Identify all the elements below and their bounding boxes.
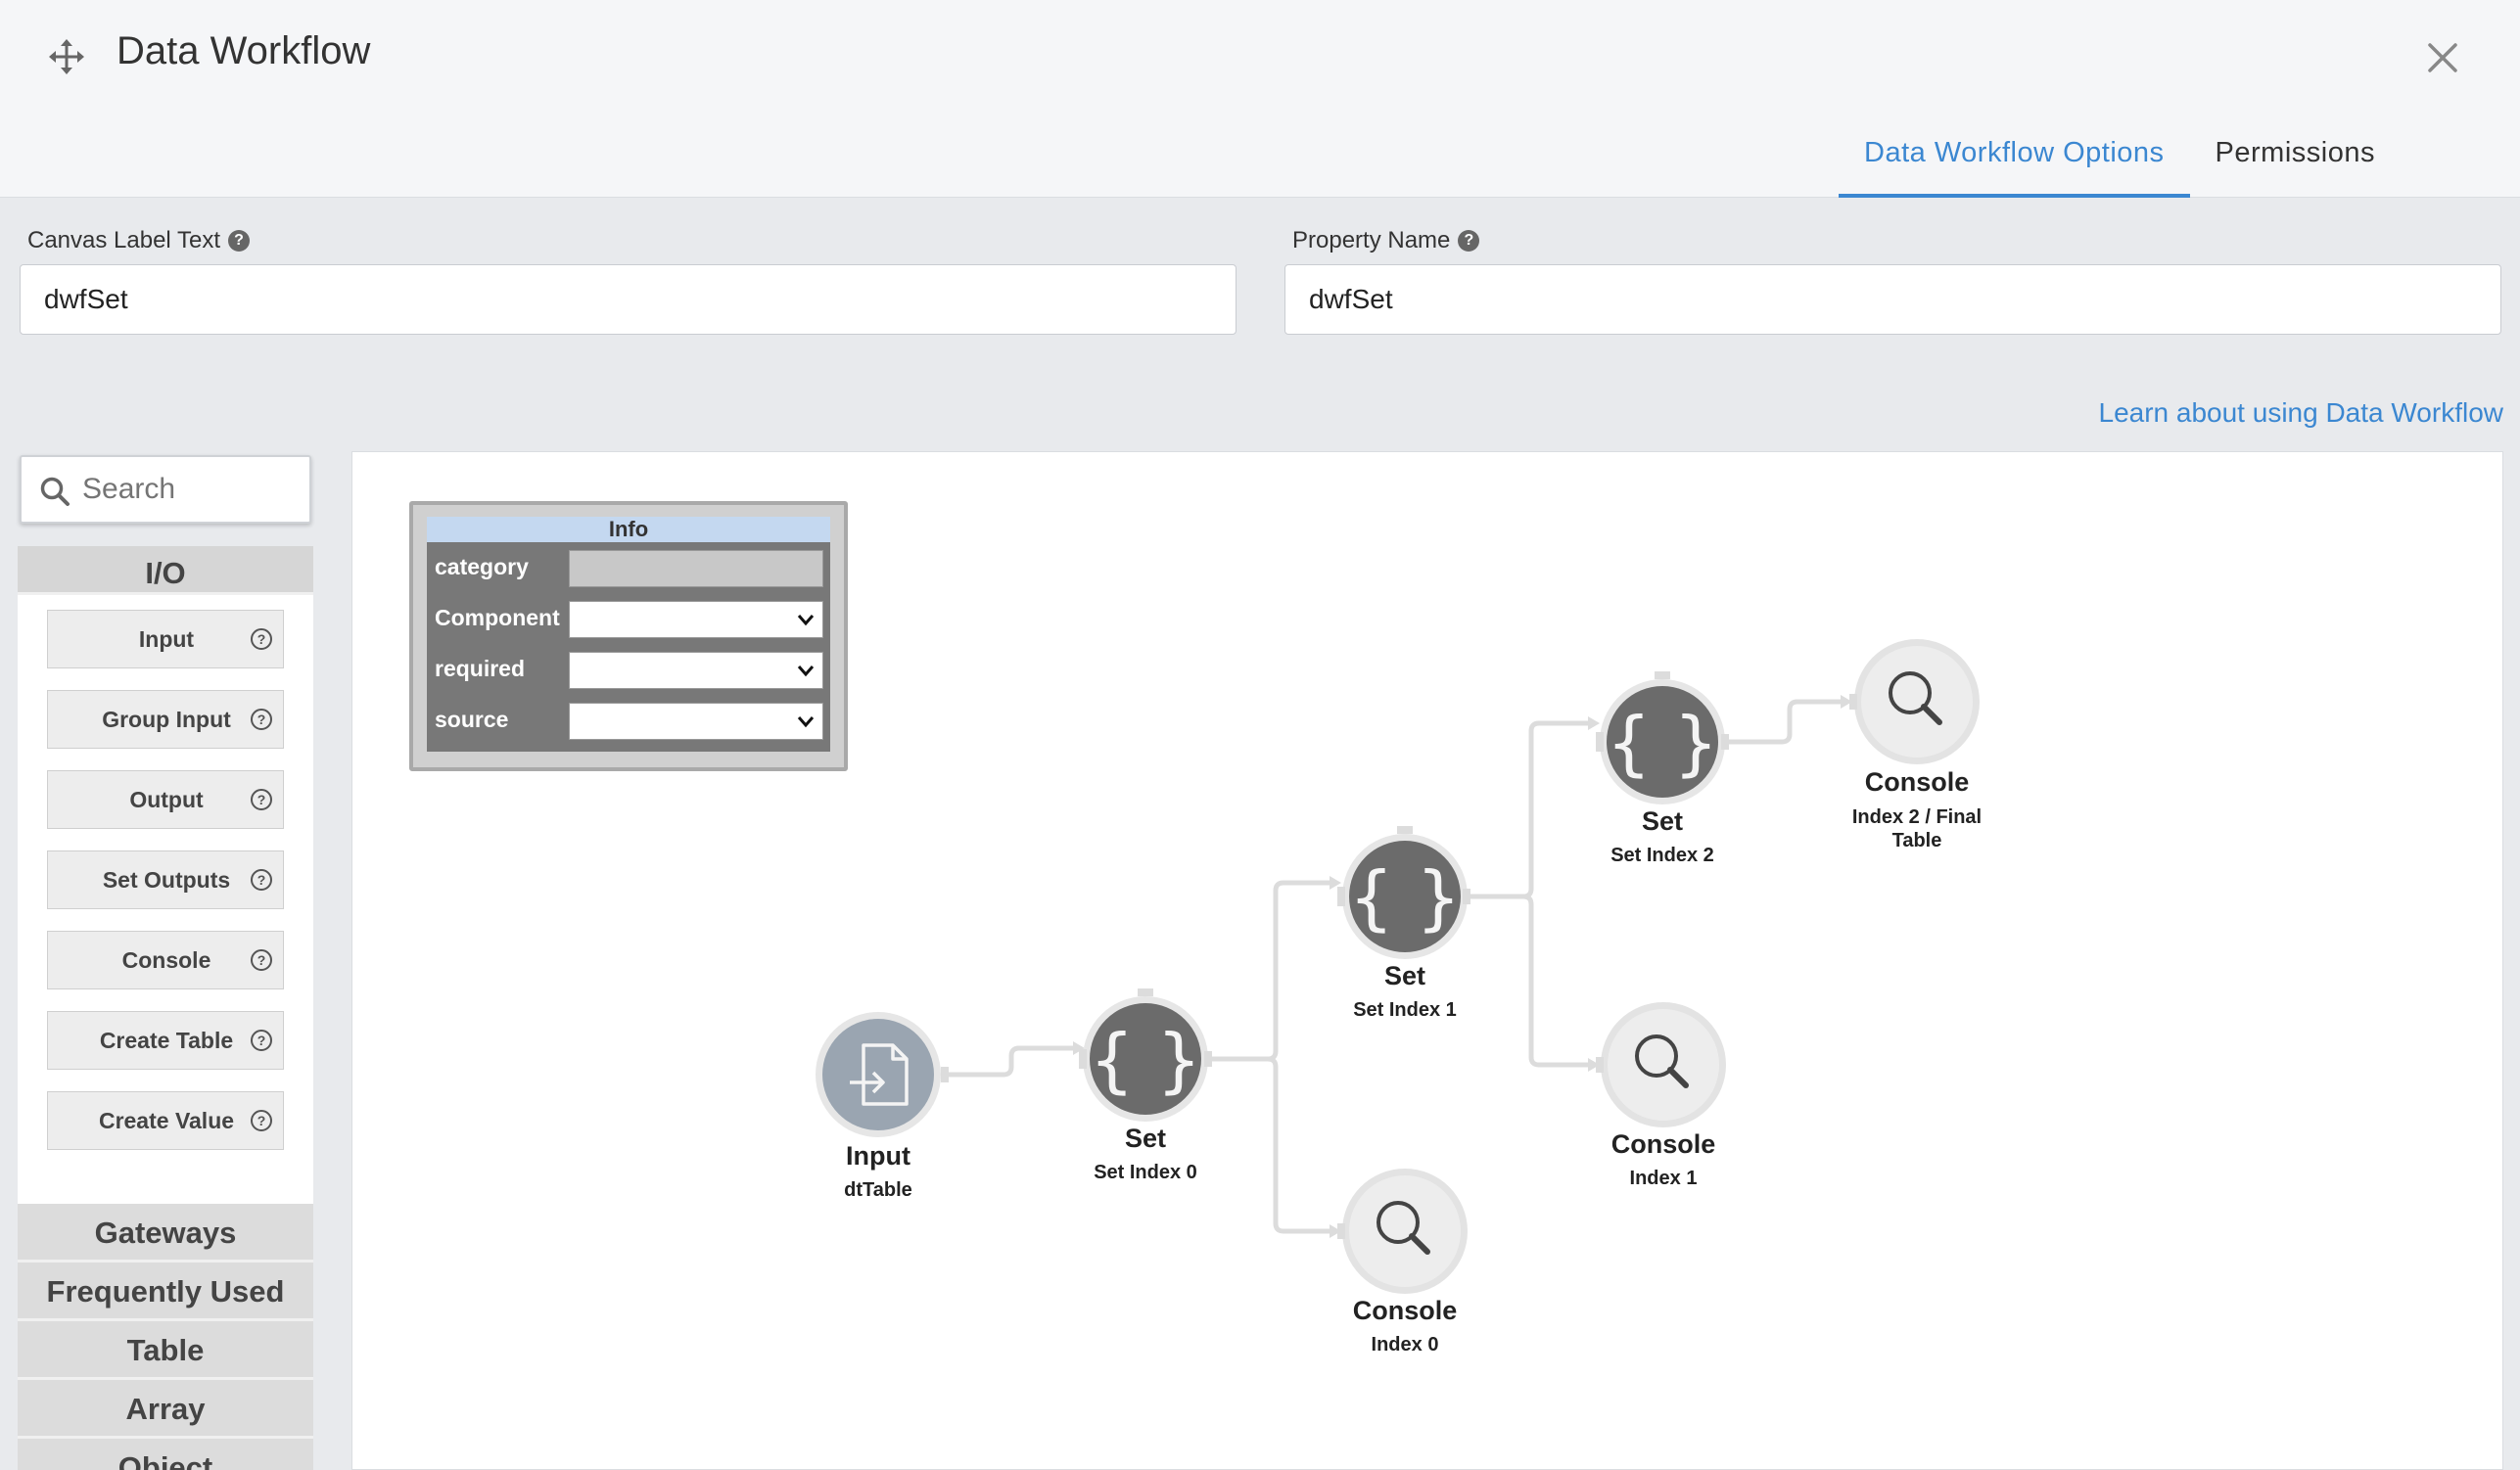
node-subtitle: Index 1 bbox=[1629, 1168, 1698, 1189]
tab-data-workflow-options[interactable]: Data Workflow Options bbox=[1839, 127, 2190, 198]
palette-item-set-outputs[interactable]: Set Outputs ? bbox=[47, 850, 284, 909]
node-type: Set bbox=[1641, 806, 1684, 836]
svg-text:?: ? bbox=[257, 631, 266, 647]
palette-item-output[interactable]: Output ? bbox=[47, 770, 284, 829]
palette-item-console[interactable]: Console ? bbox=[47, 931, 284, 989]
node-console-index-1[interactable] bbox=[1596, 1002, 1726, 1127]
help-circle-icon[interactable]: ? bbox=[250, 627, 273, 651]
node-console-index-2-label: Console Index 2 / Final Table bbox=[1843, 767, 1990, 852]
palette-item-create-value[interactable]: Create Value ? bbox=[47, 1091, 284, 1150]
help-circle-icon[interactable]: ? bbox=[250, 868, 273, 892]
palette-group-frequently-used[interactable]: Frequently Used bbox=[18, 1263, 313, 1321]
move-icon[interactable] bbox=[47, 37, 86, 76]
arrowhead bbox=[1588, 716, 1600, 730]
node-console-index-0[interactable] bbox=[1337, 1169, 1468, 1294]
tab-permissions[interactable]: Permissions bbox=[2190, 127, 2401, 198]
connector-input-set0 bbox=[946, 1045, 1075, 1078]
property-name-caption: Property Name bbox=[1292, 227, 1451, 253]
braces-icon: { } bbox=[1607, 702, 1719, 784]
node-console-index-0-label: Console Index 0 bbox=[1307, 1296, 1503, 1356]
svg-text:?: ? bbox=[257, 792, 266, 807]
svg-text:?: ? bbox=[257, 1113, 266, 1128]
node-set-index-2-label: Set Set Index 2 bbox=[1564, 806, 1760, 867]
canvas-label-text-label: Canvas Label Text ? bbox=[27, 227, 251, 254]
search-icon bbox=[40, 477, 70, 506]
page-title: Data Workflow bbox=[117, 29, 371, 72]
node-console-index-1-label: Console Index 1 bbox=[1565, 1129, 1761, 1190]
node-subtitle: dtTable bbox=[844, 1179, 912, 1201]
node-type: Console bbox=[1610, 1129, 1716, 1159]
node-subtitle: Set Index 2 bbox=[1610, 845, 1714, 866]
connector-set1-console1 bbox=[1522, 894, 1590, 1068]
palette-item-group-input[interactable]: Group Input ? bbox=[47, 690, 284, 749]
node-set-index-1-label: Set Set Index 1 bbox=[1307, 961, 1503, 1022]
node-subtitle: Index 2 / Final Table bbox=[1851, 806, 1983, 851]
help-circle-icon[interactable]: ? bbox=[250, 1029, 273, 1052]
node-type: Input bbox=[846, 1141, 910, 1171]
node-set-index-0[interactable]: { } bbox=[1079, 988, 1212, 1122]
node-palette: I/O Input ? Group Input ? Output ? Set O… bbox=[18, 546, 313, 1470]
help-icon[interactable]: ? bbox=[228, 230, 251, 252]
palette-group-object[interactable]: Object bbox=[18, 1439, 313, 1470]
learn-data-workflow-link[interactable]: Learn about using Data Workflow bbox=[2099, 397, 2504, 429]
palette-group-table[interactable]: Table bbox=[18, 1321, 313, 1380]
connector-set0-console0 bbox=[1267, 1056, 1331, 1234]
svg-text:?: ? bbox=[257, 872, 266, 888]
help-icon[interactable]: ? bbox=[1458, 230, 1480, 252]
help-circle-icon[interactable]: ? bbox=[250, 708, 273, 731]
search-input[interactable] bbox=[82, 465, 298, 514]
property-name-label: Property Name ? bbox=[1292, 227, 1480, 254]
node-subtitle: Set Index 0 bbox=[1094, 1162, 1197, 1183]
property-name-input[interactable] bbox=[1284, 264, 2501, 335]
canvas-label-text-caption: Canvas Label Text bbox=[27, 227, 221, 253]
node-input[interactable] bbox=[816, 1012, 949, 1137]
node-input-label: Input dtTable bbox=[780, 1141, 976, 1202]
node-set-index-2[interactable]: { } bbox=[1596, 671, 1729, 804]
svg-text:?: ? bbox=[257, 952, 266, 968]
workflow-canvas[interactable]: Info category Component required source bbox=[351, 451, 2503, 1470]
node-set-index-0-label: Set Set Index 0 bbox=[1048, 1124, 1243, 1184]
node-console-index-2[interactable] bbox=[1849, 639, 1980, 764]
help-circle-icon[interactable]: ? bbox=[250, 1109, 273, 1132]
node-type: Console bbox=[1352, 1296, 1458, 1325]
dialog-header: Data Workflow Data Workflow Options Perm… bbox=[0, 0, 2520, 198]
close-icon[interactable] bbox=[2426, 41, 2459, 74]
help-circle-icon[interactable]: ? bbox=[250, 788, 273, 811]
canvas-label-text-input[interactable] bbox=[20, 264, 1237, 335]
braces-icon: { } bbox=[1349, 856, 1462, 939]
braces-icon: { } bbox=[1090, 1019, 1202, 1101]
svg-text:?: ? bbox=[257, 712, 266, 727]
node-type: Set bbox=[1124, 1124, 1167, 1153]
svg-text:?: ? bbox=[257, 1033, 266, 1048]
node-type: Set bbox=[1383, 961, 1426, 990]
palette-group-array[interactable]: Array bbox=[18, 1380, 313, 1439]
palette-group-gateways[interactable]: Gateways bbox=[18, 1204, 313, 1263]
node-subtitle: Index 0 bbox=[1371, 1334, 1439, 1355]
connector-set2-console2 bbox=[1721, 699, 1843, 745]
palette-item-input[interactable]: Input ? bbox=[47, 610, 284, 668]
palette-search[interactable] bbox=[20, 455, 311, 524]
palette-item-list: Input ? Group Input ? Output ? Set Outpu… bbox=[18, 595, 313, 1204]
node-subtitle: Set Index 1 bbox=[1353, 999, 1457, 1021]
help-circle-icon[interactable]: ? bbox=[250, 948, 273, 972]
node-set-index-1[interactable]: { } bbox=[1337, 826, 1470, 959]
tab-bar: Data Workflow Options Permissions bbox=[1839, 127, 2401, 198]
node-type: Console bbox=[1864, 767, 1970, 797]
palette-item-create-table[interactable]: Create Table ? bbox=[47, 1011, 284, 1070]
palette-group-io[interactable]: I/O bbox=[18, 546, 313, 595]
